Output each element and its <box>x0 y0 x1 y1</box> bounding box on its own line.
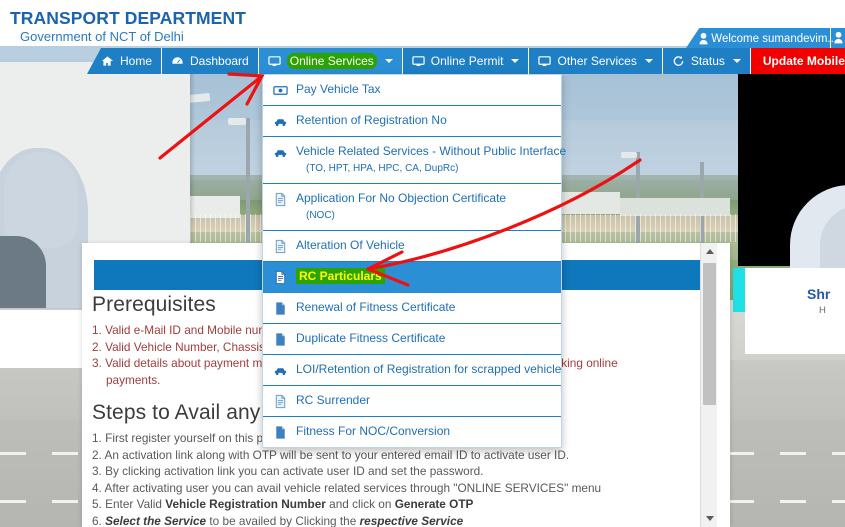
menu-label: Duplicate Fitness Certificate <box>296 331 446 345</box>
menu-label: Fitness For NOC/Conversion <box>296 424 451 438</box>
dashboard-icon <box>171 55 185 67</box>
nav-label-dashboard: Dashboard <box>190 54 249 68</box>
scroll-down-arrow[interactable] <box>701 510 718 527</box>
monitor-icon <box>268 55 282 67</box>
menu-item-pay-vehicle-tax[interactable]: Pay Vehicle Tax <box>263 75 561 106</box>
monitor-icon <box>538 55 552 67</box>
nav-item-other-services[interactable]: Other Services <box>529 48 663 74</box>
document-icon <box>273 394 288 409</box>
main-navigation: Home Dashboard Online Services Online Pe… <box>87 48 845 74</box>
background-lamp <box>228 118 246 125</box>
nav-label-other-services: Other Services <box>557 54 637 68</box>
home-icon <box>101 55 115 67</box>
nav-item-status[interactable]: Status <box>663 48 751 74</box>
menu-item-application-for-noc[interactable]: Application For No Objection Certificate… <box>263 184 561 231</box>
menu-label: Vehicle Related Services - Without Publi… <box>296 144 567 158</box>
chevron-down-icon <box>384 59 393 63</box>
menu-label: Retention of Registration No <box>296 113 447 127</box>
menu-label: Renewal of Fitness Certificate <box>296 300 456 314</box>
menu-item-renewal-of-fitness-certificate[interactable]: Renewal of Fitness Certificate <box>263 293 561 324</box>
step5-bold-otp: Generate OTP <box>394 497 474 511</box>
nav-item-online-permit[interactable]: Online Permit <box>403 48 530 74</box>
page-icon <box>273 301 288 316</box>
menu-sublabel: (TO, HPT, HPA, HPC, CA, DupRc) <box>306 163 459 174</box>
background-person-shadow <box>0 236 46 308</box>
background-person-head <box>4 152 78 248</box>
menu-label: Application For No Objection Certificate <box>296 191 507 205</box>
page-icon <box>273 332 288 347</box>
money-icon <box>273 83 288 98</box>
step-item: 6. Select the Service to be availed by C… <box>92 513 464 527</box>
car-icon <box>273 145 288 160</box>
document-icon <box>273 239 288 254</box>
menu-label: LOI/Retention of Registration for scrapp… <box>296 362 562 376</box>
menu-item-duplicate-fitness-certificate[interactable]: Duplicate Fitness Certificate <box>263 324 561 355</box>
menu-item-rc-particulars[interactable]: RC Particulars <box>263 262 561 293</box>
nav-label-online-services: Online Services <box>286 53 377 69</box>
menu-label: RC Surrender <box>296 393 371 407</box>
scroll-up-arrow[interactable] <box>701 243 718 260</box>
online-services-dropdown: Pay Vehicle Tax Retention of Registratio… <box>262 74 566 448</box>
menu-item-rc-surrender[interactable]: RC Surrender <box>263 386 561 417</box>
menu-item-loi-retention-scrapped-vehicle[interactable]: LOI/Retention of Registration for scrapp… <box>263 355 561 386</box>
document-icon <box>273 192 288 207</box>
welcome-user-tab[interactable]: Welcome sumandevim... <box>685 28 845 49</box>
page-subtitle: Government of NCT of Delhi <box>20 29 184 44</box>
welcome-user-label: Welcome sumandevim... <box>711 32 837 45</box>
menu-item-alteration-of-vehicle[interactable]: Alteration Of Vehicle <box>263 231 561 262</box>
menu-label: Alteration Of Vehicle <box>296 238 405 252</box>
menu-sublabel: (NOC) <box>306 210 335 221</box>
vertical-scrollbar[interactable] <box>700 243 717 527</box>
user-icon <box>699 32 708 45</box>
menu-label: Pay Vehicle Tax <box>296 82 381 96</box>
update-mobile-number-button[interactable]: Update Mobile Number <box>750 48 845 74</box>
step-item: 2. An activation link along with OTP wil… <box>92 447 570 462</box>
document-icon <box>273 270 288 285</box>
menu-item-fitness-for-noc-conversion[interactable]: Fitness For NOC/Conversion <box>263 417 561 447</box>
nav-label-online-permit: Online Permit <box>430 54 504 68</box>
scroll-thumb[interactable] <box>703 263 716 405</box>
page-icon <box>273 425 288 440</box>
nav-label-update-mobile: Update Mobile Number <box>762 54 845 68</box>
chevron-down-icon <box>511 59 520 63</box>
chevron-down-icon <box>732 59 741 63</box>
car-icon <box>273 114 288 129</box>
step-item: 3. By clicking activation link you can a… <box>92 464 484 478</box>
step-item: 5. Enter Valid Vehicle Registration Numb… <box>92 497 474 511</box>
step-item: 4. After activating user you can avail v… <box>92 480 602 495</box>
car-icon <box>273 363 288 378</box>
right-info-panel: Shr H <box>745 268 845 354</box>
step6-italic-select: Select the Service <box>105 513 207 527</box>
page-root: TRANSPORT DEPARTMENT Government of NCT o… <box>0 0 845 527</box>
nav-label-home: Home <box>120 54 153 68</box>
nav-label-status: Status <box>690 54 725 68</box>
chevron-down-icon <box>644 59 653 63</box>
refresh-icon <box>672 55 686 67</box>
step5-bold-registration: Vehicle Registration Number <box>165 497 326 511</box>
user-icon-secondary[interactable] <box>834 31 843 49</box>
card-right-strip <box>717 243 730 527</box>
menu-item-retention-of-registration-no[interactable]: Retention of Registration No <box>263 106 561 137</box>
welcome-divider <box>830 28 831 49</box>
official-name: Shr <box>807 286 831 302</box>
nav-item-online-services[interactable]: Online Services <box>258 48 403 74</box>
nav-item-dashboard[interactable]: Dashboard <box>162 48 259 74</box>
menu-label: RC Particulars <box>296 268 385 284</box>
official-subtitle: H <box>819 305 826 316</box>
background-lamp <box>621 152 637 158</box>
page-title: TRANSPORT DEPARTMENT <box>10 8 246 28</box>
monitor-icon <box>412 55 426 67</box>
menu-item-vehicle-related-services[interactable]: Vehicle Related Services - Without Publi… <box>263 137 566 184</box>
step6-italic-respective: respective Service <box>359 513 464 527</box>
